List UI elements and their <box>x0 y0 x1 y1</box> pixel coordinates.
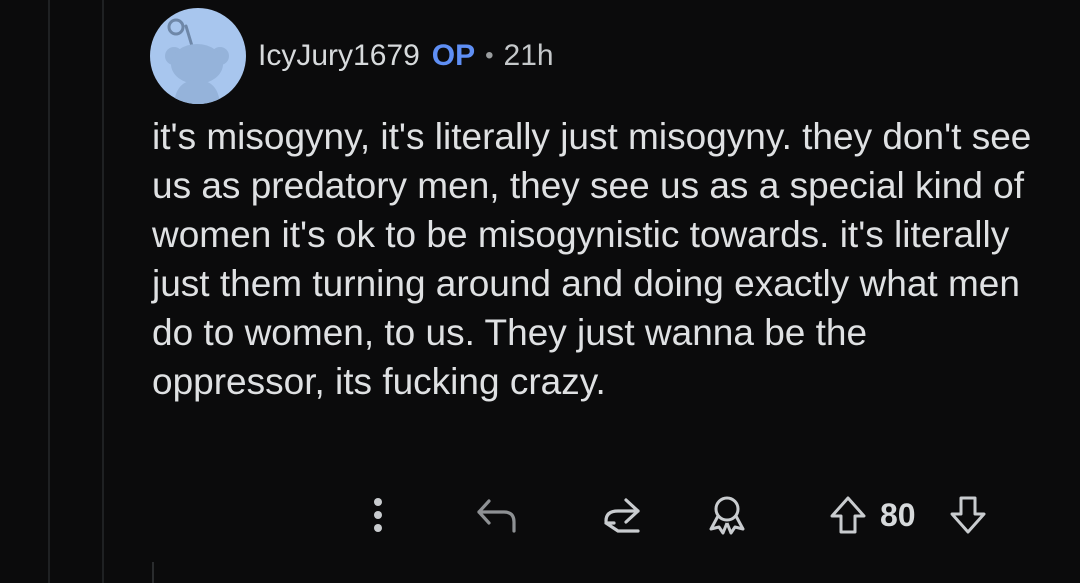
meta-separator: • <box>485 42 494 69</box>
comment-age: 21h <box>503 39 554 72</box>
thread-line <box>48 0 50 583</box>
vote-score: 80 <box>880 497 916 533</box>
award-icon <box>709 496 745 535</box>
reply-button[interactable] <box>472 490 522 540</box>
share-button[interactable] <box>596 490 646 540</box>
snoo-avatar-icon[interactable] <box>150 8 246 104</box>
more-options-button[interactable] <box>364 490 392 540</box>
downvote-button[interactable] <box>946 490 990 540</box>
comment: IcyJury1679 OP • 21h it's misogyny, it's… <box>150 0 1050 583</box>
reply-arrow-icon <box>477 499 516 533</box>
op-badge: OP <box>431 39 476 72</box>
comment-actions: 80 <box>150 490 1050 540</box>
upvote-arrow-icon <box>830 496 866 534</box>
username-link[interactable]: IcyJury1679 <box>258 39 420 73</box>
comment-body: it's misogyny, it's literally just misog… <box>152 116 1032 402</box>
comment-meta: IcyJury1679 OP • 21h <box>258 36 554 76</box>
thread-line[interactable] <box>102 0 104 583</box>
award-button[interactable] <box>702 490 752 540</box>
share-icon <box>604 498 640 533</box>
upvote-button[interactable] <box>826 490 870 540</box>
more-vertical-icon <box>374 498 382 532</box>
downvote-arrow-icon <box>950 496 986 534</box>
